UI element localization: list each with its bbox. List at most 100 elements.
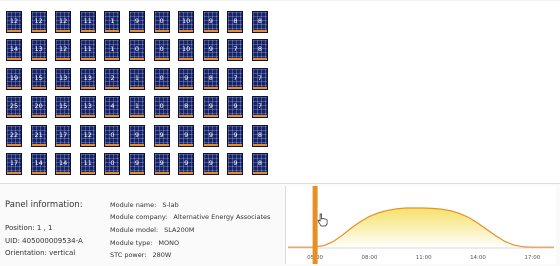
solar-panel[interactable]: 9: [129, 125, 145, 147]
panel-value: 10: [182, 17, 191, 25]
panel-value: 21: [34, 131, 43, 139]
solar-panel[interactable]: 12: [55, 11, 72, 33]
solar-panel[interactable]: 8: [202, 68, 219, 90]
panel-status-bar: [7, 115, 21, 117]
panel-value: 9: [184, 74, 189, 82]
panel-status-bar: [154, 144, 169, 146]
panel-status-bar: [179, 58, 194, 60]
panel-value: 8: [233, 17, 238, 25]
solar-panel[interactable]: 20: [30, 96, 47, 118]
solar-panel[interactable]: 9: [227, 153, 244, 175]
solar-panel[interactable]: 13: [55, 68, 72, 90]
power-area: [288, 208, 554, 248]
solar-panel[interactable]: 9: [227, 96, 244, 118]
solar-panel[interactable]: 15: [30, 68, 47, 90]
panel-status-bar: [56, 87, 71, 89]
solar-panel[interactable]: 8: [178, 96, 195, 118]
solar-panel[interactable]: 12: [6, 11, 22, 33]
solar-panel[interactable]: 11: [79, 39, 96, 61]
solar-panel[interactable]: 0: [153, 11, 170, 33]
solar-panel[interactable]: 9: [153, 125, 170, 147]
module-model-row: Module model: SLA200M: [110, 226, 195, 234]
panel-value: 22: [9, 131, 19, 139]
panel-value: 17: [59, 131, 68, 139]
solar-panel[interactable]: 9: [202, 39, 219, 61]
solar-panel[interactable]: 25: [6, 96, 22, 118]
solar-panel[interactable]: 17: [6, 153, 22, 175]
solar-panel[interactable]: 14: [55, 153, 72, 175]
panel-value: 8: [257, 45, 263, 53]
module-company-row: Module company: Alternative Energy Associ…: [110, 213, 270, 221]
solar-panel[interactable]: 12: [79, 125, 96, 147]
panel-value: 9: [159, 159, 164, 167]
solar-panel[interactable]: 7: [252, 96, 268, 118]
solar-panel[interactable]: 14: [6, 39, 22, 61]
solar-panel[interactable]: 7: [227, 39, 244, 61]
panel-status-bar: [80, 30, 95, 32]
panel-status-bar: [56, 115, 71, 117]
solar-panel[interactable]: 11: [79, 153, 96, 175]
solar-panel[interactable]: 10: [178, 39, 195, 61]
solar-panel[interactable]: 8: [252, 125, 268, 147]
panel-value: 9: [134, 17, 140, 25]
solar-panel[interactable]: 19: [6, 68, 22, 90]
solar-panel[interactable]: 9: [227, 125, 244, 147]
solar-panel[interactable]: 9: [202, 96, 219, 118]
solar-panel[interactable]: 8: [227, 11, 244, 33]
solar-panel[interactable]: 9: [178, 125, 195, 147]
solar-panel[interactable]: 11: [79, 11, 96, 33]
panel-status-bar: [7, 144, 21, 146]
solar-panel[interactable]: 0: [153, 96, 170, 118]
solar-panel[interactable]: 12: [30, 11, 47, 33]
solar-panel[interactable]: 9: [178, 68, 195, 90]
solar-panel[interactable]: 13: [79, 96, 96, 118]
solar-panel[interactable]: 9: [129, 11, 145, 33]
module-model-label: Module model:: [110, 226, 159, 234]
time-cursor[interactable]: [312, 186, 318, 264]
solar-panel[interactable]: 0: [104, 125, 121, 147]
solar-panel[interactable]: 10: [178, 11, 195, 33]
solar-panel[interactable]: 1: [104, 39, 121, 61]
solar-panel[interactable]: 9: [202, 153, 219, 175]
x-tick-label: 11:00: [416, 255, 432, 261]
solar-panel[interactable]: 0: [153, 39, 170, 61]
panel-value: 11: [83, 159, 92, 167]
panel-orientation: Orientation: vertical: [5, 249, 76, 257]
solar-panel[interactable]: 9: [178, 153, 195, 175]
solar-panel[interactable]: 8: [252, 39, 268, 61]
stc-power-value: 280W: [152, 251, 172, 259]
solar-panel[interactable]: 17: [55, 125, 72, 147]
solar-panel[interactable]: 0: [153, 68, 170, 90]
solar-panel[interactable]: 1: [104, 11, 121, 33]
solar-panel[interactable]: 13: [79, 68, 96, 90]
panel-value: 15: [59, 102, 68, 110]
solar-panel[interactable]: 1: [129, 96, 145, 118]
solar-panel[interactable]: 2: [104, 68, 121, 90]
solar-panel[interactable]: 0: [104, 153, 121, 175]
solar-panel[interactable]: 1: [129, 68, 145, 90]
solar-panel[interactable]: 9: [202, 11, 219, 33]
panel-value: 0: [159, 74, 164, 82]
solar-panel[interactable]: 15: [55, 96, 72, 118]
panel-status-bar: [80, 144, 95, 146]
solar-panel[interactable]: 9: [153, 153, 170, 175]
solar-panel[interactable]: 7: [227, 68, 244, 90]
solar-panel[interactable]: 0: [129, 39, 145, 61]
panel-status-bar: [253, 115, 267, 117]
solar-panel[interactable]: 9: [129, 153, 145, 175]
x-tick-label: 17:00: [524, 255, 540, 261]
panel-status-bar: [56, 30, 71, 32]
solar-panel[interactable]: 14: [30, 153, 47, 175]
solar-panel[interactable]: 12: [55, 39, 72, 61]
solar-panel[interactable]: 9: [202, 125, 219, 147]
daily-power-chart[interactable]: 05:0008:0011:0014:0017:00: [285, 186, 556, 264]
solar-panel[interactable]: 8: [252, 153, 268, 175]
solar-panel[interactable]: 4: [104, 96, 121, 118]
solar-panel[interactable]: 7: [252, 68, 268, 90]
solar-panel[interactable]: 21: [30, 125, 47, 147]
solar-panel[interactable]: 8: [252, 11, 268, 33]
panel-value: 9: [134, 159, 140, 167]
solar-panel[interactable]: 22: [6, 125, 22, 147]
panel-value: 13: [34, 45, 43, 53]
solar-panel[interactable]: 13: [30, 39, 47, 61]
